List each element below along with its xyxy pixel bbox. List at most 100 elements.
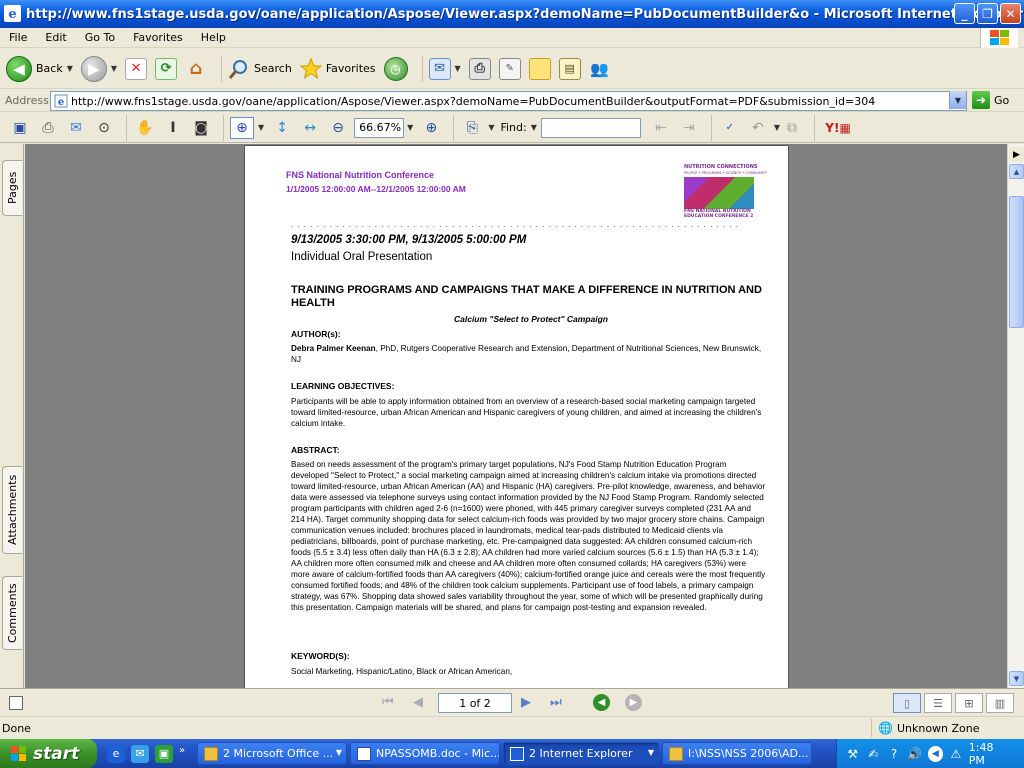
continuous-page-icon[interactable]: ☰ (924, 693, 952, 713)
task-folder[interactable]: I:\NSS\NSS 2006\AD... (662, 742, 812, 765)
find-next-icon[interactable]: ⇥ (677, 117, 701, 139)
scroll-up-icon[interactable]: ▲ (1009, 164, 1024, 179)
edit-page-button[interactable]: ✎ (498, 53, 521, 85)
messenger-button[interactable]: 👥 (589, 53, 611, 85)
fit-width-icon[interactable]: ↔ (298, 117, 322, 139)
mail-dropdown-icon[interactable]: ▼ (455, 64, 461, 73)
clock: 1:48 PM (968, 740, 994, 767)
windows-taskbar: start e ✉ ▣ » 2 Microsoft Office ... ▼ N… (0, 739, 1024, 768)
find-dropdown-icon[interactable]: ▼ (531, 123, 537, 132)
go-button[interactable]: ➜ Go (972, 91, 1009, 109)
logo-tagline: PEOPLE • PROGRAMS • SCIENCE • COMMUNITY (684, 171, 768, 175)
close-button[interactable]: ✕ (1000, 3, 1021, 24)
zoom-level-dropdown-icon[interactable]: ▼ (407, 123, 413, 132)
research-button[interactable]: ▤ (558, 53, 581, 85)
printer-icon: ⎙ (468, 57, 491, 80)
tray-pen-icon[interactable]: ✍ (866, 746, 882, 762)
back-button[interactable]: ◀ Back ▼ (6, 53, 73, 85)
zoom-tool-dropdown-icon[interactable]: ▼ (258, 123, 264, 132)
quicklaunch-ie-icon[interactable]: e (107, 744, 125, 763)
document-viewport[interactable]: FNS National Nutrition Conference 1/1/20… (25, 144, 1007, 688)
last-page-icon[interactable]: ⏭ (550, 695, 562, 710)
next-page-icon[interactable]: ▶ (521, 695, 531, 710)
tray-expand-icon[interactable]: ◀ (927, 745, 944, 762)
task-word-document[interactable]: NPASSOMB.doc - Mic... (350, 742, 500, 765)
facing-pages-icon[interactable]: ⊞ (955, 693, 983, 713)
minimize-button[interactable]: _ (954, 3, 975, 24)
messenger-buddies-icon: 👥 (590, 59, 610, 78)
forward-button[interactable]: ▶ ▼ (80, 53, 117, 85)
tray-warning-icon[interactable]: ⚠ (948, 746, 964, 762)
panel-toggle-icon[interactable] (9, 696, 23, 710)
favorites-button[interactable]: Favorites (299, 53, 376, 85)
copy-icon[interactable]: ⧉ (780, 117, 804, 139)
task-microsoft-office[interactable]: 2 Microsoft Office ... ▼ (197, 742, 347, 765)
quicklaunch-outlook-icon[interactable]: ✉ (131, 744, 149, 763)
menu-goto[interactable]: Go To (76, 31, 124, 44)
snapshot-camera-icon[interactable]: ◙ (189, 117, 213, 139)
refresh-button[interactable]: ⟳ (155, 53, 178, 85)
mail-button[interactable]: ✉ ▼ (428, 53, 461, 85)
save-icon[interactable]: ▣ (8, 117, 32, 139)
zoom-out-icon[interactable]: ⊖ (326, 117, 350, 139)
forward-dropdown-icon[interactable]: ▼ (111, 64, 117, 73)
zoom-in-icon[interactable]: ⊕ (419, 117, 443, 139)
print-button[interactable]: ⎙ (468, 53, 491, 85)
menu-help[interactable]: Help (192, 31, 235, 44)
abstract-text: Based on needs assessment of the program… (291, 460, 766, 612)
history-icon: ◷ (383, 56, 408, 81)
home-button[interactable]: ⌂ (185, 53, 207, 85)
tab-comments[interactable]: Comments (2, 576, 22, 650)
zoom-in-tool-icon[interactable]: ⊕ (230, 116, 254, 139)
single-page-icon[interactable]: ▯ (893, 693, 921, 713)
menu-favorites[interactable]: Favorites (124, 31, 192, 44)
stop-button[interactable]: ✕ (125, 53, 148, 85)
yahoo-toolbar-icon[interactable]: Y!▦ (821, 117, 855, 139)
continuous-facing-icon[interactable]: ▥ (986, 693, 1014, 713)
select-text-icon[interactable]: I (161, 117, 185, 139)
history-button[interactable]: ◷ (383, 53, 408, 85)
scroll-thumb[interactable] (1009, 196, 1024, 328)
find-previous-icon[interactable]: ⇤ (649, 117, 673, 139)
restore-button[interactable]: ❐ (977, 3, 998, 24)
start-button[interactable]: start (0, 739, 97, 768)
email-icon[interactable]: ✉ (64, 117, 88, 139)
tray-volume-icon[interactable]: 🔊 (907, 746, 923, 762)
panel-expand-icon[interactable]: ▶ (1009, 147, 1024, 162)
tab-pages[interactable]: Pages (2, 160, 22, 216)
search-button[interactable]: Search (228, 53, 292, 85)
page-number-field[interactable]: 1 of 2 (438, 693, 512, 713)
search-icon (228, 59, 248, 79)
rotate-dropdown-icon[interactable]: ▼ (488, 123, 494, 132)
tray-help-icon[interactable]: ? (886, 746, 902, 762)
edit-icon: ✎ (498, 57, 521, 80)
undo-icon[interactable]: ↶ (746, 117, 770, 139)
find-input[interactable] (540, 117, 641, 138)
address-dropdown-icon[interactable]: ▼ (949, 91, 966, 109)
scroll-down-icon[interactable]: ▼ (1009, 671, 1024, 686)
vertical-scrollbar[interactable]: ▶ ▲ ▼ (1007, 144, 1024, 688)
first-page-icon[interactable]: ⏮ (382, 695, 394, 710)
quicklaunch-desktop-icon[interactable]: ▣ (155, 744, 173, 763)
previous-view-icon[interactable]: ◀ (593, 694, 610, 711)
fit-height-icon[interactable]: ↕ (270, 117, 294, 139)
previous-page-icon[interactable]: ◀ (413, 695, 423, 710)
print-icon[interactable]: ⎙ (36, 117, 60, 139)
zoom-level-field[interactable]: 66.67% (354, 117, 405, 138)
toolbar-separator (223, 114, 224, 141)
next-view-icon[interactable]: ▶ (625, 694, 642, 711)
menu-file[interactable]: File (0, 31, 36, 44)
spell-check-icon[interactable]: ✓ (718, 117, 742, 139)
address-input[interactable]: e http://www.fns1stage.usda.gov/oane/app… (50, 91, 967, 111)
discuss-button[interactable] (528, 53, 551, 85)
back-dropdown-icon[interactable]: ▼ (67, 64, 73, 73)
menu-edit[interactable]: Edit (36, 31, 75, 44)
binoculars-icon[interactable]: ⊙ (92, 117, 116, 139)
hand-tool-icon[interactable]: ✋ (133, 117, 157, 139)
tab-attachments[interactable]: Attachments (2, 466, 22, 554)
rotate-page-icon[interactable]: ⎘ (460, 117, 484, 139)
folder-icon (669, 746, 683, 761)
tray-tool-icon[interactable]: ⚒ (845, 746, 861, 762)
task-internet-explorer[interactable]: 2 Internet Explorer ▼ (503, 742, 659, 765)
quicklaunch-more-icon[interactable]: » (179, 745, 185, 763)
